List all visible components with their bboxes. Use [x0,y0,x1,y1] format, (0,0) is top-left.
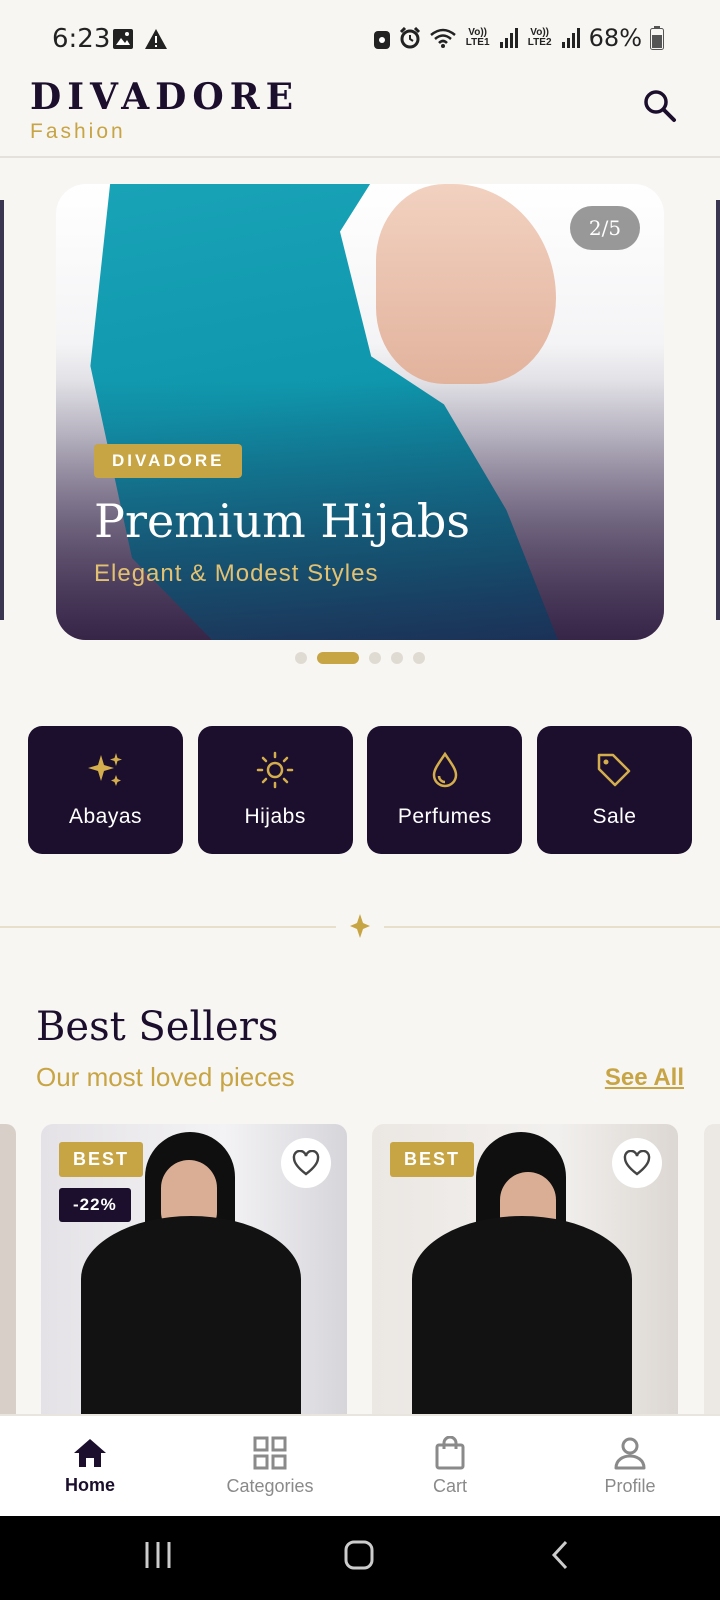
person-icon [614,1437,646,1469]
promo-banner[interactable]: 2/5 DIVADORE Premium Hijabs Elegant & Mo… [56,184,664,640]
product-card[interactable]: BEST [372,1124,678,1416]
back-icon[interactable] [550,1540,570,1570]
sim1-label: Vo)) LTE1 [465,27,490,48]
carousel-next-peek[interactable] [716,200,720,620]
divider-line [0,926,336,928]
product-image-abaya [412,1216,632,1416]
discount-badge: -22% [59,1188,131,1222]
lock-app-icon [373,31,390,49]
banner-title: Premium Hijabs [94,494,470,548]
bottom-navigation: Home Categories Cart Profile [0,1414,720,1516]
carousel-dot[interactable] [295,652,307,664]
favorite-button[interactable] [612,1138,662,1188]
home-icon [74,1438,106,1467]
category-sale[interactable]: Sale [536,726,692,854]
sim2-label: Vo)) LTE2 [527,27,552,48]
section-title: Best Sellers [36,1004,279,1050]
nav-home[interactable]: Home [0,1416,180,1516]
product-card-peek[interactable] [704,1124,720,1414]
carousel-dot[interactable] [391,652,403,664]
tag-icon [598,753,631,787]
divider-line [384,926,720,928]
carousel-dot-active[interactable] [317,652,359,664]
signal-icon [561,28,580,48]
bag-icon [435,1435,465,1469]
recent-apps-icon[interactable] [144,1540,172,1570]
banner-subtitle: Elegant & Modest Styles [94,560,379,587]
signal-icon [499,28,518,48]
status-time: 6:23 [52,24,111,54]
category-abayas[interactable]: Abayas [28,726,183,854]
battery-percent: 68% [588,24,642,52]
nav-label: Home [64,1474,115,1495]
product-card[interactable]: BEST -22% [41,1124,347,1416]
category-label: Hijabs [244,805,306,828]
brand-subtitle: Fashion [30,120,126,143]
nav-label: Categories [226,1475,314,1496]
category-label: Perfumes [397,805,492,828]
banner-image-face [376,184,556,384]
favorite-button[interactable] [281,1138,331,1188]
home-button-icon[interactable] [344,1540,374,1570]
category-label: Sale [592,805,637,828]
diamond-star-icon [350,914,370,938]
notification-icons [112,28,168,50]
warning-icon [145,29,167,49]
nav-label: Cart [432,1475,467,1496]
sparkles-icon [87,753,122,786]
brand-logo[interactable]: DIVADORE [30,76,299,118]
carousel-indicators [0,652,720,664]
nav-cart[interactable]: Cart [360,1416,540,1516]
best-badge: BEST [390,1142,475,1177]
gallery-icon [113,29,133,49]
status-bar: 6:23 Vo)) LTE1 Vo)) LTE2 68% [0,0,720,80]
banner-tag: DIVADORE [94,444,243,478]
section-divider [0,914,720,938]
nav-label: Profile [604,1475,656,1496]
category-hijabs[interactable]: Hijabs [197,726,353,854]
see-all-link[interactable]: See All [605,1064,684,1092]
category-label: Abayas [68,805,143,828]
sun-icon [256,751,294,789]
heart-icon [623,1150,651,1176]
drop-icon [432,751,458,788]
battery-icon [650,26,664,50]
heart-icon [292,1150,320,1176]
search-icon[interactable] [642,88,678,124]
carousel-dot[interactable] [413,652,425,664]
category-perfumes[interactable]: Perfumes [367,726,523,854]
system-indicators: Vo)) LTE1 Vo)) LTE2 68% [373,24,664,52]
nav-categories[interactable]: Categories [180,1416,360,1516]
alarm-icon [399,27,420,49]
grid-icon [253,1436,287,1469]
best-badge: BEST [59,1142,144,1177]
section-subtitle: Our most loved pieces [36,1062,295,1092]
carousel-dot[interactable] [369,652,381,664]
slide-counter: 2/5 [570,206,640,250]
wifi-icon [429,28,456,48]
nav-profile[interactable]: Profile [540,1416,720,1516]
system-navigation-bar [0,1516,720,1600]
product-card-peek[interactable] [0,1124,16,1414]
category-shortcuts: Abayas Hijabs Perfumes Sale [28,726,692,854]
carousel-prev-peek[interactable] [0,200,4,620]
product-image-abaya [81,1216,301,1416]
app-header: DIVADORE Fashion [0,70,720,158]
